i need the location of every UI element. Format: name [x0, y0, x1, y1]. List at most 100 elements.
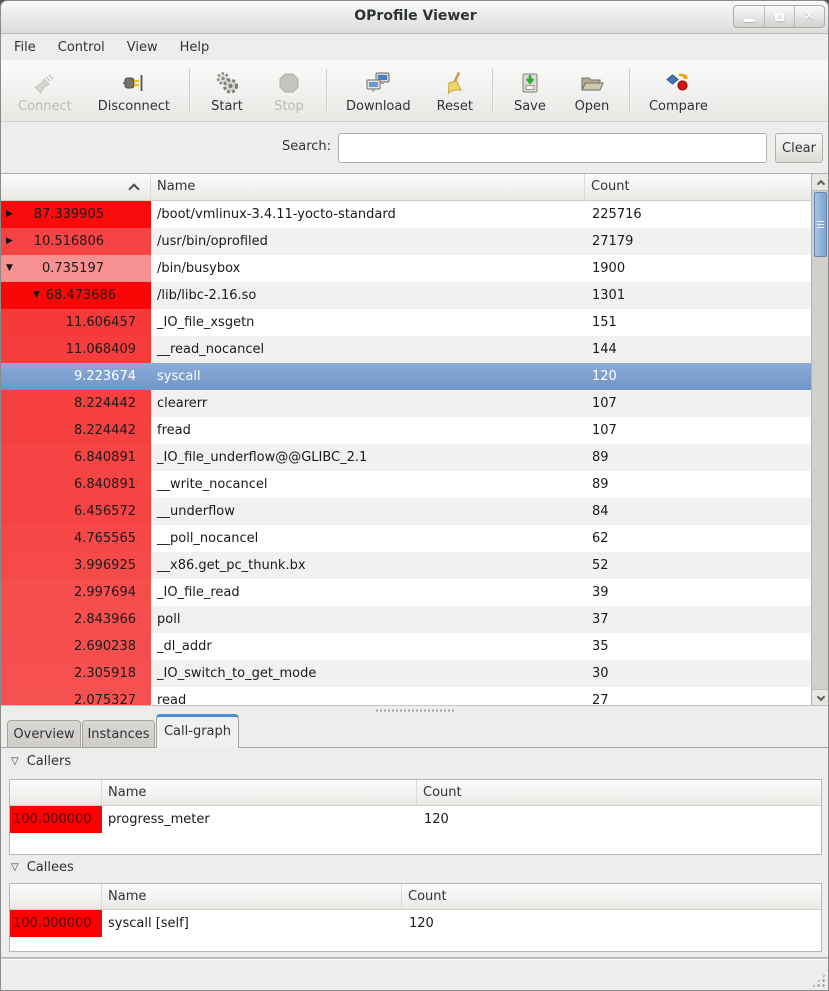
menu-item-file[interactable]: File [3, 37, 47, 58]
tree-row[interactable]: 8.224442clearerr107 [1, 390, 811, 417]
minimize-button[interactable] [734, 6, 764, 27]
column-header-name[interactable]: Name [102, 884, 402, 909]
disconnect-button[interactable]: Disconnect [85, 63, 183, 119]
tree-header: Name Count [1, 174, 811, 201]
stop-label: Stop [274, 99, 304, 114]
tree-row[interactable]: 6.840891_IO_file_underflow@@GLIBC_2.189 [1, 444, 811, 471]
callers-row[interactable]: 100.000000progress_meter120 [10, 806, 821, 833]
callers-expander[interactable]: ▽ Callers [11, 754, 71, 769]
menu-item-help[interactable]: Help [169, 37, 221, 58]
tree-row[interactable]: 9.223674syscall120 [1, 363, 811, 390]
count-cell: 107 [585, 417, 811, 444]
vertical-scrollbar[interactable] [811, 174, 829, 706]
scroll-up-button[interactable] [812, 174, 829, 191]
percent-cell: ▶87.339905 [1, 201, 151, 228]
menu-item-view[interactable]: View [116, 37, 169, 58]
name-cell: poll [151, 606, 585, 633]
tree-row[interactable]: ▼0.735197/bin/busybox1900 [1, 255, 811, 282]
percent-cell: 6.840891 [1, 444, 151, 471]
tree-row[interactable]: ▶87.339905/boot/vmlinux-3.4.11-yocto-sta… [1, 201, 811, 228]
expander-expanded-icon[interactable]: ▼ [33, 282, 40, 309]
column-header-count[interactable]: Count [417, 780, 821, 805]
tree-row[interactable]: 11.606457_IO_file_xsgetn151 [1, 309, 811, 336]
tab-overview[interactable]: Overview [7, 720, 81, 748]
maximize-icon [775, 13, 784, 21]
download-icon [365, 69, 391, 97]
count-cell: 52 [585, 552, 811, 579]
download-button[interactable]: Download [333, 63, 424, 119]
tree-row[interactable]: 11.068409__read_nocancel144 [1, 336, 811, 363]
name-cell: __underflow [151, 498, 585, 525]
count-cell: 151 [585, 309, 811, 336]
percent-cell: 6.456572 [1, 498, 151, 525]
tree-row[interactable]: 2.075327read27 [1, 687, 811, 706]
tab-instances[interactable]: Instances [82, 720, 155, 748]
resize-grip-icon[interactable] [811, 973, 826, 988]
expander-collapsed-icon[interactable]: ▶ [6, 228, 13, 255]
column-header-count[interactable]: Count [402, 884, 821, 909]
column-header-percent[interactable] [10, 780, 102, 805]
download-label: Download [346, 99, 411, 114]
stop-button: Stop [258, 63, 320, 119]
tree-row[interactable]: 8.224442fread107 [1, 417, 811, 444]
tree-row[interactable]: 6.456572__underflow84 [1, 498, 811, 525]
percent-cell: 2.305918 [1, 660, 151, 687]
scroll-down-button[interactable] [812, 689, 829, 706]
compare-button[interactable]: Compare [636, 63, 721, 119]
column-header-percent[interactable] [1, 174, 151, 201]
pane-splitter[interactable] [1, 705, 829, 714]
count-cell: 39 [585, 579, 811, 606]
percent-cell: 100.000000 [10, 806, 102, 833]
open-label: Open [575, 99, 610, 114]
callees-row[interactable]: 100.000000syscall [self]120 [10, 910, 821, 937]
tree-row[interactable]: 2.305918_IO_switch_to_get_mode30 [1, 660, 811, 687]
tree-row[interactable]: 4.765565__poll_nocancel62 [1, 525, 811, 552]
expander-expanded-icon[interactable]: ▼ [6, 255, 13, 282]
menu-item-control[interactable]: Control [47, 37, 116, 58]
save-label: Save [514, 99, 546, 114]
tree-row[interactable]: 2.690238_dl_addr35 [1, 633, 811, 660]
tree-row[interactable]: 3.996925__x86.get_pc_thunk.bx52 [1, 552, 811, 579]
expander-open-icon: ▽ [11, 862, 19, 873]
callees-expander[interactable]: ▽ Callees [11, 860, 74, 875]
tree-row[interactable]: 2.843966poll37 [1, 606, 811, 633]
scrollbar-grip [817, 221, 824, 229]
column-header-name[interactable]: Name [102, 780, 417, 805]
count-cell: 62 [585, 525, 811, 552]
tree-row[interactable]: ▼68.473686/lib/libc-2.16.so1301 [1, 282, 811, 309]
close-icon: ✕ [804, 10, 815, 23]
tree-row[interactable]: ▶10.516806/usr/bin/oprofiled27179 [1, 228, 811, 255]
save-button[interactable]: Save [499, 63, 561, 119]
tree-row[interactable]: 6.840891__write_nocancel89 [1, 471, 811, 498]
close-button[interactable]: ✕ [794, 6, 824, 27]
statusbar [1, 958, 829, 991]
scrollbar-thumb[interactable] [814, 192, 827, 257]
percent-cell: 2.075327 [1, 687, 151, 706]
disconnect-label: Disconnect [98, 99, 170, 114]
compare-label: Compare [649, 99, 708, 114]
name-cell: progress_meter [102, 806, 417, 833]
call-graph-panel: ▽ Callers Name Count 100.000000progress_… [1, 747, 829, 958]
start-icon [214, 69, 240, 97]
tree-row[interactable]: 2.997694_IO_file_read39 [1, 579, 811, 606]
tab-call-graph[interactable]: Call-graph [156, 714, 239, 748]
name-cell: syscall [151, 363, 585, 390]
name-cell: fread [151, 417, 585, 444]
clear-button[interactable]: Clear [775, 133, 823, 163]
reset-button[interactable]: Reset [424, 63, 486, 119]
start-button[interactable]: Start [196, 63, 258, 119]
expander-collapsed-icon[interactable]: ▶ [6, 201, 13, 228]
count-cell: 27 [585, 687, 811, 706]
column-header-percent[interactable] [10, 884, 102, 909]
disconnect-icon [121, 69, 147, 97]
name-cell: /lib/libc-2.16.so [151, 282, 585, 309]
maximize-button[interactable] [764, 6, 794, 27]
name-cell: _IO_file_xsgetn [151, 309, 585, 336]
column-header-count[interactable]: Count [585, 174, 811, 201]
column-header-name[interactable]: Name [151, 174, 585, 201]
detail-notebook: Overview Instances Call-graph ▽ Callers … [1, 714, 829, 958]
open-button[interactable]: Open [561, 63, 623, 119]
search-input[interactable] [338, 133, 767, 163]
count-cell: 27179 [585, 228, 811, 255]
name-cell: clearerr [151, 390, 585, 417]
